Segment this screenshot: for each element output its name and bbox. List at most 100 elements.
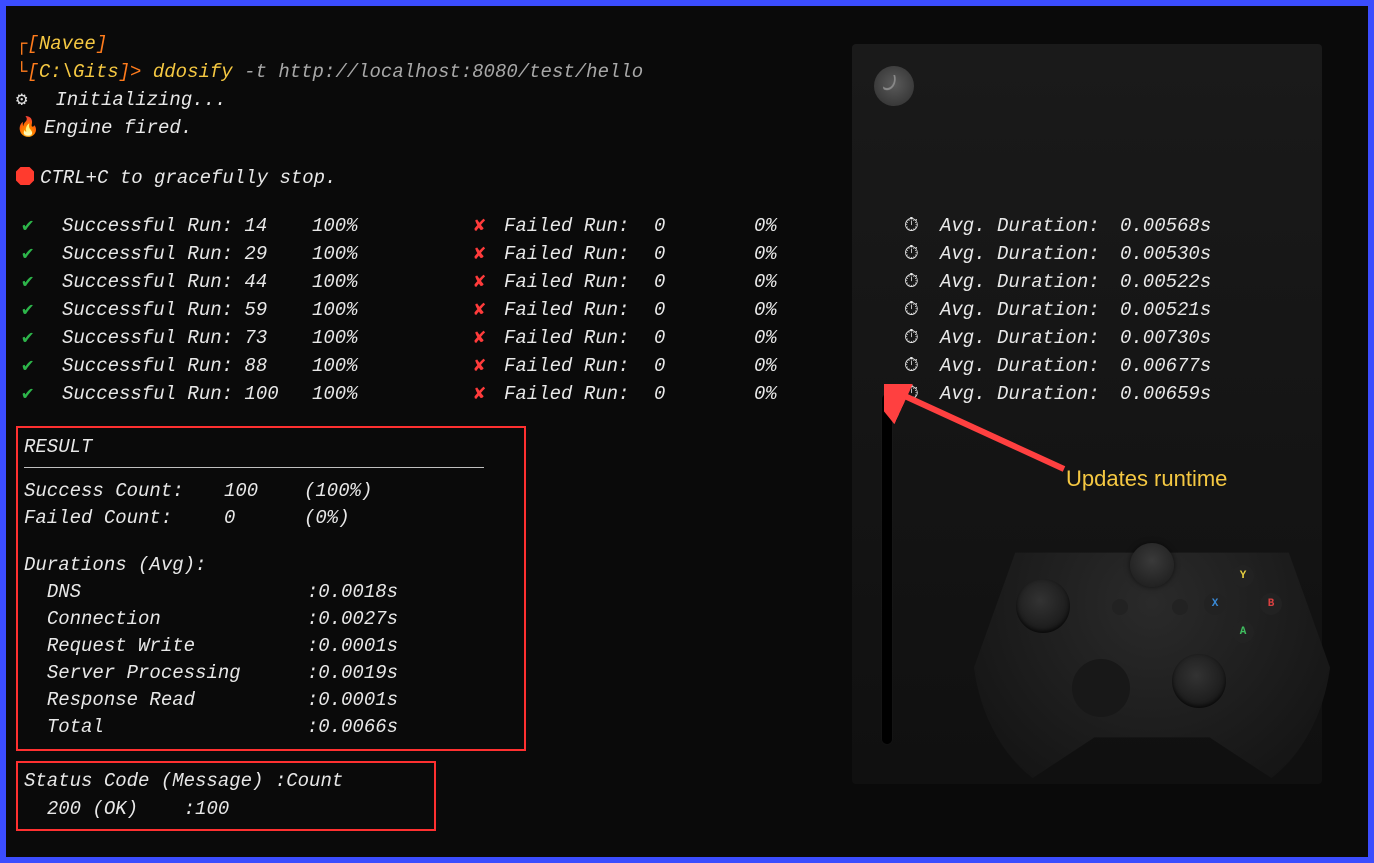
run-rows: ✔Successful Run: 14100%✘Failed Run:00%⏱A…: [16, 212, 1358, 408]
cross-icon: ✘: [474, 243, 485, 265]
failed-pct: 0%: [754, 324, 904, 352]
stopwatch-icon: ⏱: [904, 296, 940, 324]
successful-pct: 100%: [312, 324, 474, 352]
failed-run-label: Failed Run:: [504, 212, 654, 240]
run-row: ✔Successful Run: 44100%✘Failed Run:00%⏱A…: [16, 268, 1358, 296]
duration-row: Request Write:0.0001s: [24, 633, 518, 660]
stop-hint-line: CTRL+C to gracefully stop.: [16, 164, 1358, 192]
avg-duration-value: 0.00730s: [1120, 324, 1230, 352]
failed-pct: 0%: [754, 268, 904, 296]
successful-run-label: Successful Run: 100: [62, 380, 312, 408]
duration-label: Request Write: [47, 633, 307, 660]
avg-duration-label: Avg. Duration:: [940, 352, 1120, 380]
avg-duration-label: Avg. Duration:: [940, 212, 1120, 240]
command-url: http://localhost:8080/test/hello: [278, 61, 643, 83]
status-code-box: Status Code (Message) :Count 200 (OK) :1…: [16, 761, 436, 831]
cross-icon: ✘: [474, 355, 485, 377]
terminal-window[interactable]: Y X B A ┌[Navee] └[C:\Gits]> ddosify -t …: [6, 6, 1368, 857]
avg-duration-label: Avg. Duration:: [940, 240, 1120, 268]
result-header: RESULT: [24, 434, 518, 461]
successful-run-label: Successful Run: 73: [62, 324, 312, 352]
duration-value: :0.0001s: [307, 689, 398, 711]
engine-fired-line: 🔥Engine fired.: [16, 114, 1358, 142]
check-icon: ✔: [22, 243, 33, 265]
prompt-user: Navee: [39, 33, 96, 55]
check-icon: ✔: [22, 271, 33, 293]
result-box: RESULT Success Count:100(100%) Failed Co…: [16, 426, 526, 751]
failed-run-label: Failed Run:: [504, 240, 654, 268]
duration-label: Total: [47, 714, 307, 741]
avg-duration-label: Avg. Duration:: [940, 324, 1120, 352]
failed-run-label: Failed Run:: [504, 380, 654, 408]
stopwatch-icon: ⏱: [904, 240, 940, 268]
failed-pct: 0%: [754, 352, 904, 380]
check-icon: ✔: [22, 355, 33, 377]
avg-duration-label: Avg. Duration:: [940, 268, 1120, 296]
cross-icon: ✘: [474, 327, 485, 349]
failed-count: 0: [654, 296, 754, 324]
run-row: ✔Successful Run: 59100%✘Failed Run:00%⏱A…: [16, 296, 1358, 324]
duration-value: :0.0019s: [307, 662, 398, 684]
duration-row: DNS:0.0018s: [24, 579, 518, 606]
failed-count: 0: [654, 268, 754, 296]
duration-row: Response Read:0.0001s: [24, 687, 518, 714]
duration-value: :0.0066s: [307, 716, 398, 738]
check-icon: ✔: [22, 299, 33, 321]
avg-duration-label: Avg. Duration:: [940, 380, 1120, 408]
successful-pct: 100%: [312, 296, 474, 324]
duration-label: Server Processing: [47, 660, 307, 687]
duration-label: Response Read: [47, 687, 307, 714]
avg-duration-value: 0.00521s: [1120, 296, 1230, 324]
successful-run-label: Successful Run: 29: [62, 240, 312, 268]
avg-duration-value: 0.00677s: [1120, 352, 1230, 380]
successful-pct: 100%: [312, 212, 474, 240]
failed-pct: 0%: [754, 296, 904, 324]
stopwatch-icon: ⏱: [904, 268, 940, 296]
result-divider: [24, 467, 484, 468]
stop-icon: [16, 167, 34, 185]
run-row: ✔Successful Run: 100100%✘Failed Run:00%⏱…: [16, 380, 1358, 408]
cross-icon: ✘: [474, 299, 485, 321]
duration-row: Connection:0.0027s: [24, 606, 518, 633]
failed-run-label: Failed Run:: [504, 324, 654, 352]
avg-duration-value: 0.00659s: [1120, 380, 1230, 408]
gear-icon: ⚙: [16, 86, 44, 114]
stopwatch-icon: ⏱: [904, 212, 940, 240]
duration-value: :0.0027s: [307, 608, 398, 630]
run-row: ✔Successful Run: 73100%✘Failed Run:00%⏱A…: [16, 324, 1358, 352]
successful-run-label: Successful Run: 88: [62, 352, 312, 380]
annotation-text: Updates runtime: [1066, 466, 1227, 492]
status-header: Status Code (Message) :Count: [24, 767, 428, 795]
avg-duration-value: 0.00530s: [1120, 240, 1230, 268]
stopwatch-icon: ⏱: [904, 380, 940, 408]
duration-row: Server Processing:0.0019s: [24, 660, 518, 687]
failed-count: 0: [654, 324, 754, 352]
successful-pct: 100%: [312, 268, 474, 296]
prompt-user-line: ┌[Navee]: [16, 30, 1358, 58]
avg-duration-label: Avg. Duration:: [940, 296, 1120, 324]
successful-pct: 100%: [312, 380, 474, 408]
initializing-line: ⚙ Initializing...: [16, 86, 1358, 114]
status-line: 200 (OK) :100: [24, 795, 428, 823]
duration-label: DNS: [47, 579, 307, 606]
successful-run-label: Successful Run: 14: [62, 212, 312, 240]
success-count-line: Success Count:100(100%): [24, 478, 518, 505]
run-row: ✔Successful Run: 29100%✘Failed Run:00%⏱A…: [16, 240, 1358, 268]
run-row: ✔Successful Run: 14100%✘Failed Run:00%⏱A…: [16, 212, 1358, 240]
failed-count: 0: [654, 380, 754, 408]
avg-duration-value: 0.00522s: [1120, 268, 1230, 296]
command-name: ddosify: [153, 61, 233, 83]
command-flag: -t: [244, 61, 267, 83]
duration-row: Total:0.0066s: [24, 714, 518, 741]
successful-pct: 100%: [312, 240, 474, 268]
prompt-path: C:\Gits: [39, 61, 119, 83]
cross-icon: ✘: [474, 271, 485, 293]
failed-run-label: Failed Run:: [504, 296, 654, 324]
successful-run-label: Successful Run: 44: [62, 268, 312, 296]
cross-icon: ✘: [474, 215, 485, 237]
cross-icon: ✘: [474, 383, 485, 405]
failed-count: 0: [654, 212, 754, 240]
successful-pct: 100%: [312, 352, 474, 380]
failed-pct: 0%: [754, 212, 904, 240]
failed-count: 0: [654, 352, 754, 380]
